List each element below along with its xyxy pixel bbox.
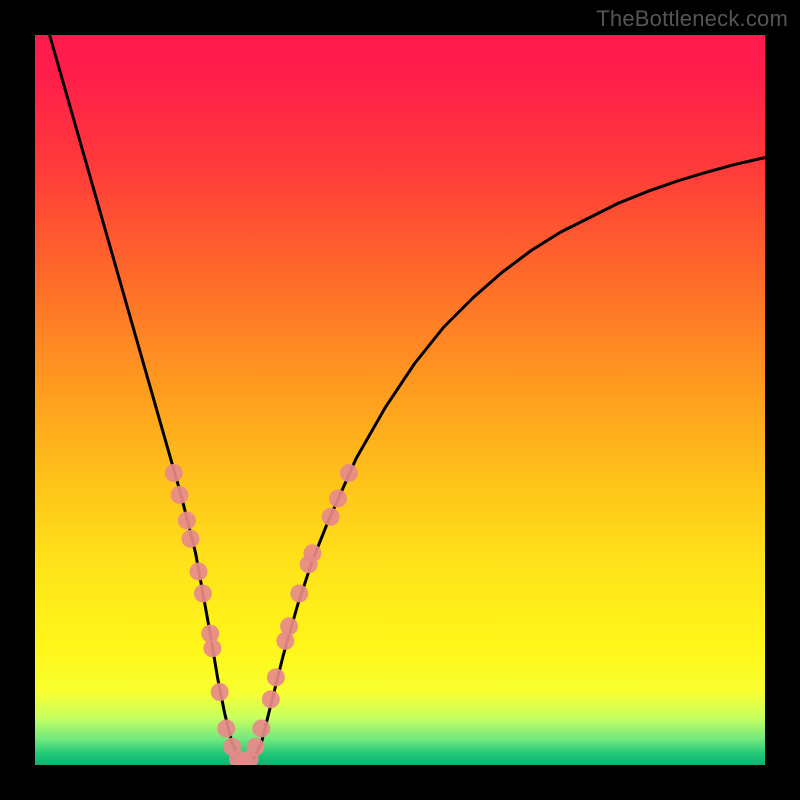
data-marker bbox=[181, 530, 199, 548]
data-marker bbox=[340, 464, 358, 482]
plot-area bbox=[35, 35, 765, 765]
data-marker bbox=[178, 511, 196, 529]
data-marker bbox=[252, 720, 270, 738]
bottleneck-curve bbox=[50, 35, 765, 765]
data-marker bbox=[262, 690, 280, 708]
data-marker bbox=[203, 639, 221, 657]
data-marker bbox=[211, 683, 229, 701]
data-marker bbox=[171, 486, 189, 504]
data-marker bbox=[280, 617, 298, 635]
data-marker bbox=[194, 584, 212, 602]
watermark-text: TheBottleneck.com bbox=[596, 6, 788, 32]
data-marker bbox=[165, 464, 183, 482]
data-marker bbox=[290, 584, 308, 602]
chart-container: TheBottleneck.com bbox=[0, 0, 800, 800]
curve-layer bbox=[35, 35, 765, 765]
data-marker bbox=[267, 668, 285, 686]
data-marker bbox=[217, 720, 235, 738]
data-marker bbox=[246, 738, 264, 756]
data-marker bbox=[303, 544, 321, 562]
data-marker bbox=[322, 508, 340, 526]
data-marker bbox=[190, 563, 208, 581]
curve-markers bbox=[165, 464, 358, 765]
data-marker bbox=[329, 490, 347, 508]
